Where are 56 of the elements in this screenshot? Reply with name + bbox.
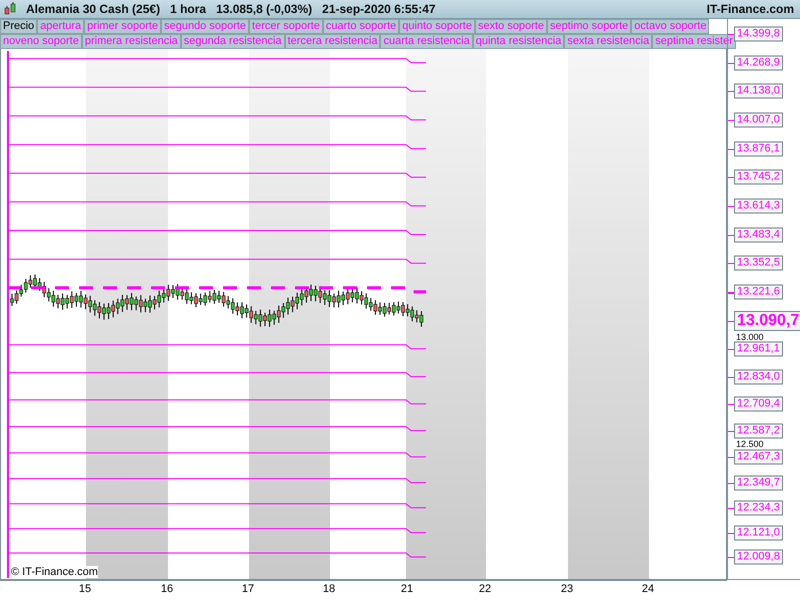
legend-item: primer soporte	[84, 19, 162, 34]
legend-item: segunda resistencia	[180, 34, 285, 49]
legend-item: octavo soporte	[631, 19, 710, 34]
last-price: 13.085,8 (-0,03%)	[216, 2, 312, 16]
copyright-text: © IT-Finance.com	[11, 566, 98, 578]
legend-item: cuarto soporte	[322, 19, 400, 34]
date-label: 23	[560, 583, 574, 595]
level-label: 14.268,9	[734, 55, 783, 70]
legend-item: sexta resistencia	[564, 34, 652, 49]
level-label: 14.138,0	[734, 84, 783, 99]
level-label: 14.007,0	[734, 112, 783, 128]
axis-tick-label: 13.000	[736, 332, 764, 342]
date-label: 17	[242, 583, 254, 595]
legend-item: Precio	[0, 19, 38, 34]
level-label: 13.483,4	[734, 227, 783, 242]
legend-item: cuarta resistencia	[380, 34, 473, 49]
legend-item: quinto soporte	[399, 19, 475, 34]
level-label: 13.876,1	[734, 141, 783, 156]
legend-item: tercera resistencia	[284, 34, 380, 49]
datetime: 21-sep-2020 6:55:47	[322, 2, 436, 16]
brand-name: IT-Finance.com	[706, 2, 794, 16]
legend-item: sexto soporte	[474, 19, 548, 34]
legend-item: primera resistencia	[82, 34, 181, 49]
legend-item: apertura	[37, 19, 84, 34]
date-label: 16	[160, 583, 174, 595]
level-label: 12.587,2	[734, 423, 783, 438]
date-label: 22	[478, 583, 492, 595]
level-label: 12.709,4	[734, 396, 783, 412]
legend-item: quinta resistencia	[472, 34, 564, 49]
level-label: 12.961,1	[734, 341, 783, 356]
date-label: 24	[642, 583, 654, 595]
level-label: 13.352,5	[734, 256, 783, 271]
legend-item: septimo soporte	[547, 19, 632, 34]
level-label: 12.234,3	[734, 500, 783, 516]
axis-tick-label: 12.500	[736, 439, 764, 449]
level-label: 12.834,0	[734, 369, 783, 384]
level-label: 12.009,8	[734, 550, 783, 564]
axis-tick	[728, 321, 734, 322]
date-label: 15	[78, 583, 92, 595]
level-label: 13.221,6	[734, 284, 783, 300]
level-label: 13.745,2	[734, 170, 783, 185]
timeframe: 1 hora	[170, 2, 206, 16]
legend-item: segundo soporte	[161, 19, 250, 34]
legend-item: septima resister	[652, 34, 736, 49]
current-price-label: 13.090,7	[734, 311, 800, 331]
level-label: 12.467,3	[734, 449, 783, 464]
level-label: 13.614,3	[734, 198, 783, 214]
date-label: 21	[400, 583, 414, 595]
legend-item: tercer soporte	[249, 19, 323, 34]
instrument-title: Alemania 30 Cash (25€)	[26, 2, 160, 16]
level-label: 14.399,8	[734, 26, 783, 42]
level-label: 12.349,7	[734, 475, 783, 490]
legend-item: noveno soporte	[0, 34, 82, 49]
candlestick-icon	[4, 2, 16, 16]
level-label: 12.121,0	[734, 525, 783, 540]
date-label: 18	[322, 583, 336, 595]
